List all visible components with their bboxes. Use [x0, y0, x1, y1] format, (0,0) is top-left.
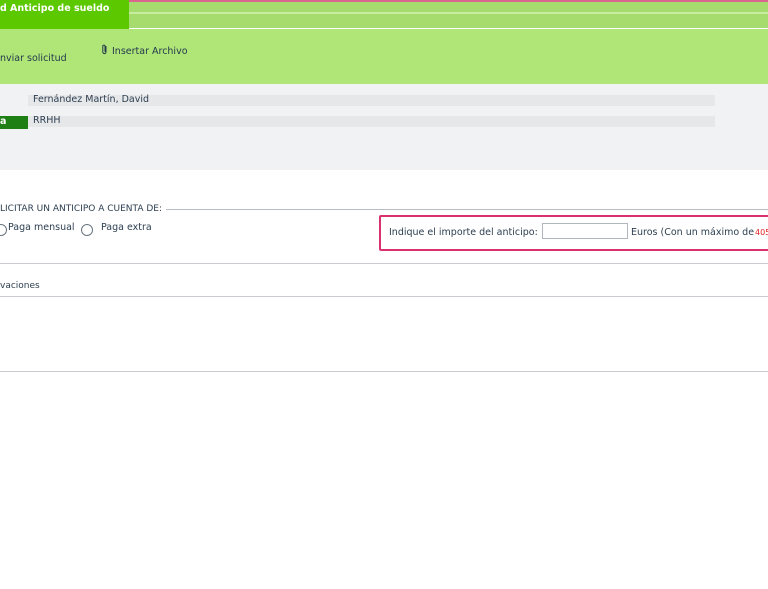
insert-file-button[interactable]: Insertar Archivo: [101, 44, 188, 58]
department-value: RRHH: [33, 115, 61, 126]
department-tag: a: [0, 116, 28, 129]
insert-file-label: Insertar Archivo: [112, 46, 188, 57]
employee-name: Fernández Martín, David: [33, 94, 150, 105]
employee-name-field: Fernández Martín, David: [28, 94, 715, 106]
request-section-title: LICITAR UN ANTICIPO A CUENTA DE:: [0, 204, 166, 214]
paga-extra-radio[interactable]: [81, 224, 93, 236]
amount-label: Indique el importe del anticipo:: [389, 227, 538, 238]
title-prefix: d: [0, 3, 7, 14]
header-stripe: [128, 12, 768, 14]
amount-highlight-box: Indique el importe del anticipo: Euros (…: [379, 215, 768, 251]
observations-textarea[interactable]: [0, 297, 768, 371]
department-tag-label: a: [0, 116, 7, 127]
paperclip-icon: [101, 44, 108, 58]
page-title: Anticipo de sueldo: [10, 3, 110, 14]
amount-max-value: 405: [755, 228, 768, 237]
amount-input[interactable]: [542, 223, 628, 239]
send-request-button[interactable]: nviar solicitud: [0, 53, 67, 64]
department-field: RRHH: [28, 115, 715, 127]
divider-bottom-observations: [0, 371, 768, 372]
divider-top-observations: [0, 263, 768, 264]
paga-mensual-label[interactable]: Paga mensual: [8, 222, 75, 233]
amount-suffix: Euros (Con un máximo de: [631, 227, 755, 238]
paga-extra-label[interactable]: Paga extra: [101, 222, 152, 233]
observations-title: vaciones: [0, 281, 40, 291]
toolbar: nviar solicitud Insertar Archivo: [0, 29, 768, 84]
employee-info-panel: Fernández Martín, David a RRHH: [0, 84, 768, 170]
paga-mensual-radio[interactable]: [0, 224, 7, 236]
title-tab[interactable]: d Anticipo de sueldo: [0, 0, 129, 29]
